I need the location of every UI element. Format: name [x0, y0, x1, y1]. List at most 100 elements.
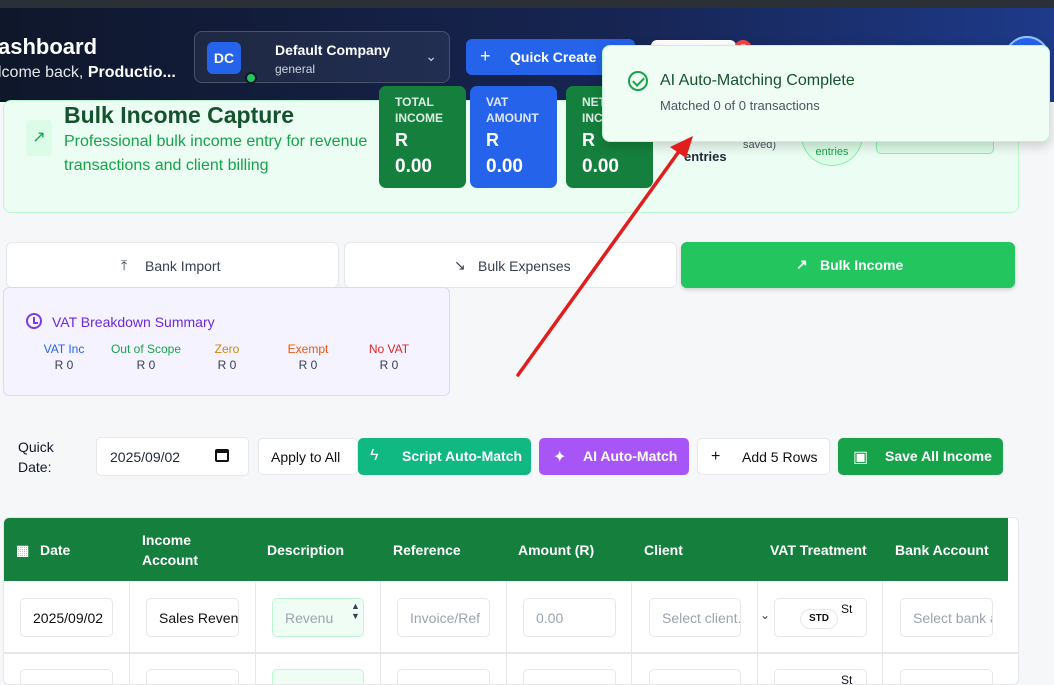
header-reference: Reference [393, 542, 461, 558]
browser-top-strip [0, 0, 1054, 8]
button-label: Apply to All [271, 449, 341, 465]
stat-value: 0.00 [395, 156, 432, 177]
chevron-down-icon: ⌄ [425, 48, 437, 64]
vat-text: St [841, 673, 853, 685]
client-placeholder: Select client... [662, 610, 741, 626]
description-value: Revenu [285, 610, 334, 626]
date-value: 2025/09/02 [110, 449, 181, 465]
income-account-select[interactable]: Sales Revenue [146, 598, 239, 637]
entries-label: entries [684, 149, 727, 164]
vat-item-no-vat: No VAT R 0 [349, 342, 429, 372]
company-name: Default Company [275, 42, 391, 58]
vat-text: St [841, 602, 853, 616]
summary-title: Bulk Income Capture [64, 102, 295, 128]
save-all-income-button[interactable]: ▣ Save All Income [838, 438, 1003, 475]
vat-item-label: Zero [214, 342, 240, 356]
calendar-icon[interactable] [215, 449, 229, 462]
income-table: ▦ Date Income Account Description Refere… [3, 517, 1019, 685]
tab-bulk-expenses[interactable]: ↘ Bulk Expenses [344, 242, 677, 288]
header-bank-account: Bank Account [895, 542, 989, 558]
description-textarea[interactable]: Revenu ▲ ▼ [272, 598, 364, 637]
vat-item-exempt: Exempt R 0 [268, 342, 348, 372]
header-vat-treatment: VAT Treatment [770, 542, 867, 558]
plus-icon: + [711, 448, 721, 465]
apply-to-all-button[interactable]: Apply to All [258, 438, 358, 475]
vat-item-value: R 0 [298, 358, 318, 372]
stat-currency: R [582, 130, 595, 150]
vat-item-value: R 0 [379, 358, 399, 372]
upload-icon: ⤒ [121, 257, 128, 273]
vat-breakdown-panel: VAT Breakdown Summary VAT Inc R 0 Out of … [3, 287, 450, 396]
clock-icon [26, 313, 42, 329]
vat-item-label: Out of Scope [110, 342, 182, 356]
vat-title: VAT Breakdown Summary [52, 314, 215, 330]
vat-item-label: Exempt [287, 342, 329, 356]
amount-input[interactable] [523, 669, 616, 684]
amount-input[interactable]: 0.00 [523, 598, 616, 637]
stat-label: TOTAL INCOME [395, 95, 443, 125]
table-row: 2025/09/02 Sales Revenue Revenu ▲▼ Invoic… [4, 581, 1018, 654]
trending-up-icon: ↗ [796, 256, 808, 272]
date-field[interactable] [20, 669, 113, 684]
quick-create-label: Quick Create [510, 49, 597, 65]
amount-placeholder: 0.00 [536, 610, 564, 626]
table-header: ▦ Date Income Account Description Refere… [4, 518, 1008, 581]
page-title: ashboard [0, 34, 98, 59]
header-client: Client [644, 542, 683, 558]
summary-description: Professional bulk income entry for reven… [64, 133, 368, 174]
bank-account-select[interactable] [900, 669, 993, 684]
button-label: AI Auto-Match [583, 448, 678, 464]
vat-treatment-select[interactable]: St [774, 669, 867, 685]
online-status-dot [245, 72, 257, 84]
tab-label: Bulk Expenses [478, 258, 571, 274]
table-row: St [4, 655, 1018, 685]
plus-icon: + [480, 46, 491, 66]
tab-label: Bank Import [145, 258, 221, 274]
welcome-text: lcome back, Productio... [0, 64, 176, 82]
chevron-down-icon: ⌄ [760, 608, 771, 622]
stat-value: 0.00 [582, 156, 619, 177]
vat-item-label: No VAT [368, 342, 410, 356]
vat-item-label: VAT Inc [43, 342, 85, 356]
income-account-select[interactable] [146, 669, 239, 684]
description-textarea[interactable] [272, 669, 364, 684]
vat-item-value: R 0 [54, 358, 74, 372]
date-field[interactable]: 2025/09/02 [20, 598, 113, 637]
tab-bulk-income[interactable]: ↗ Bulk Income [681, 242, 1015, 288]
vat-badge: STD [800, 609, 838, 629]
company-avatar: DC [207, 42, 241, 74]
client-select[interactable] [649, 669, 741, 684]
calendar-icon: ▦ [16, 542, 30, 558]
button-label: Script Auto-Match [402, 448, 523, 464]
client-select[interactable]: Select client... [649, 598, 741, 637]
header-date: Date [40, 542, 71, 558]
quick-date-input[interactable]: 2025/09/02 [96, 437, 249, 476]
header-amount: Amount (R) [518, 542, 595, 558]
bank-account-select[interactable]: Select bank account [900, 598, 993, 637]
stat-currency: R [395, 130, 408, 150]
tab-label: Bulk Income [820, 257, 904, 273]
bank-placeholder: Select bank account [913, 610, 992, 626]
check-circle-icon [628, 71, 648, 91]
add-rows-button[interactable]: + Add 5 Rows [697, 438, 830, 475]
income-account-value: Sales Revenue [159, 610, 239, 626]
ai-match-toast: AI Auto-Matching Complete Matched 0 of 0… [602, 45, 1050, 142]
date-field-value: 2025/09/02 [33, 610, 104, 626]
toast-message: Matched 0 of 0 transactions [660, 98, 820, 113]
vat-treatment-select[interactable]: STD St [774, 598, 867, 637]
welcome-prefix: lcome back, [0, 64, 88, 81]
tab-bank-import[interactable]: ⤒ Bank Import [6, 242, 339, 288]
trending-down-icon: ↘ [454, 257, 466, 273]
stat-currency: R [486, 130, 499, 150]
company-selector[interactable]: DC Default Company general ⌄ [194, 31, 450, 84]
header-description: Description [267, 542, 345, 558]
vat-item-zero: Zero R 0 [187, 342, 267, 372]
trending-up-icon: ↗ [26, 120, 52, 156]
ai-auto-match-button[interactable]: ✦ AI Auto-Match [539, 438, 689, 475]
script-auto-match-button[interactable]: ϟ Script Auto-Match [358, 438, 531, 475]
zap-icon: ϟ [370, 447, 379, 464]
stat-total-income: TOTAL INCOME R 0.00 [379, 86, 466, 188]
scroll-arrows-icon[interactable]: ▲ ▼ [351, 601, 360, 621]
reference-input[interactable]: Invoice/Ref [397, 598, 490, 637]
reference-input[interactable] [397, 669, 490, 684]
